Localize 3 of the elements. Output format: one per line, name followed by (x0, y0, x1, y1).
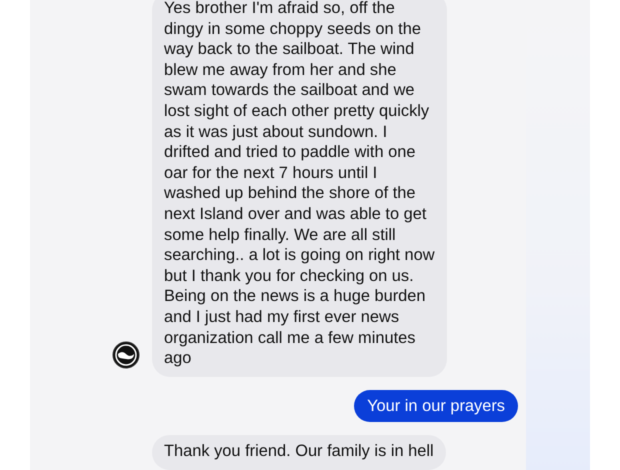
incoming-message: Yes brother I'm afraid so, off the dingy in some choppy seeds on the way back to the sailboat. The wind blew me away from her and she swam towards the sailboat and we lost sight of each other pretty quickly as it was just about sundown. I drifted and tried to paddle with one oar for the next 7 hours until I washed up behind the shore of the next Island over and was able to get some help finally. We are all still searching.. a lot is going on right now but I thank you for checking on us. Being on the news is a huge burden and I just had my first ever news organization call me a few minutes ago (152, 0, 447, 377)
incoming-message: Thank you friend. Our family is in hell (152, 435, 446, 470)
outgoing-message: Your in our prayers (354, 390, 518, 422)
